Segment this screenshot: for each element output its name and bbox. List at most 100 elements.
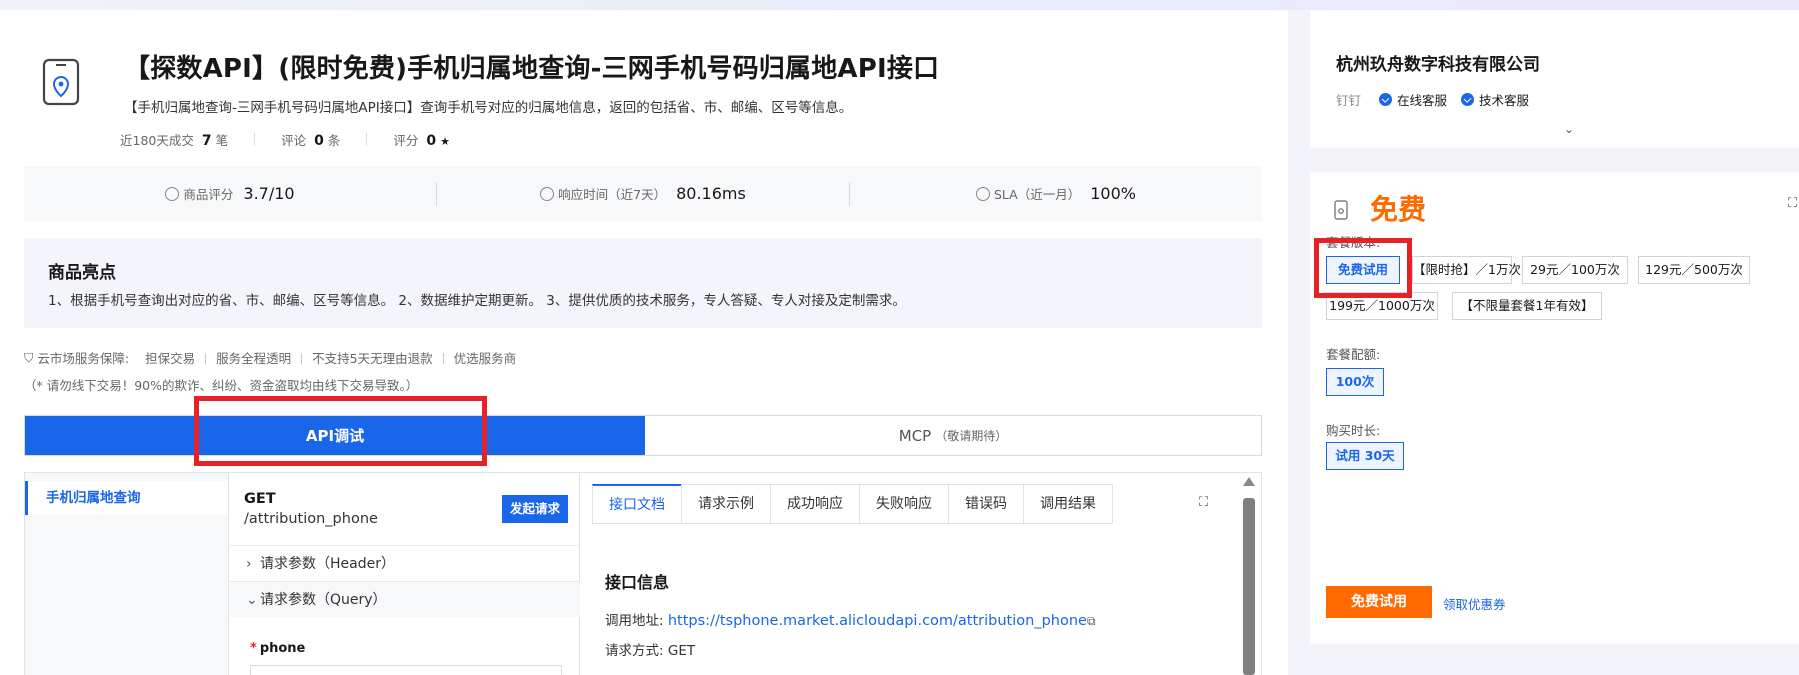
tab-mcp-note: （敬请期待）	[935, 429, 1008, 443]
product-description: 【手机归属地查询-三网手机号码归属地API接口】查询手机号对应的归属地信息，返回…	[124, 100, 853, 116]
query-params-toggle[interactable]: ⌄ 请求参数（Query）	[230, 581, 580, 617]
api-method-row: 请求方式: GET	[605, 639, 695, 659]
version-option[interactable]: 【限时抢】／1万次	[1412, 256, 1521, 284]
company-name[interactable]: 杭州玖舟数字科技有限公司	[1336, 50, 1540, 75]
online-service-link[interactable]: 在线客服	[1379, 90, 1447, 109]
stat-sla-label: SLA（近一月）	[994, 187, 1081, 202]
tab-api-doc[interactable]: 接口文档	[592, 484, 682, 523]
version-option[interactable]: 29元／100万次	[1522, 256, 1628, 284]
request-path: /attribution_phone	[244, 511, 378, 527]
api-nav-item-phone-attribution[interactable]: 手机归属地查询	[25, 481, 228, 515]
highlight-box-free-trial	[1314, 238, 1412, 298]
dingtalk-icon	[1379, 93, 1393, 106]
shield-icon: ⛉	[24, 349, 34, 365]
highlights-title: 商品亮点	[48, 263, 116, 283]
chevron-right-icon: ›	[246, 556, 252, 572]
scrollbar-thumb[interactable]	[1243, 498, 1255, 675]
send-request-button[interactable]: 发起请求	[502, 495, 568, 523]
guarantee-item: 优选服务商	[443, 348, 517, 367]
phone-input[interactable]	[250, 665, 562, 675]
deals-label: 近180天成交	[120, 133, 194, 148]
api-method-value: GET	[667, 643, 696, 659]
duration-label: 购买时长:	[1326, 423, 1381, 438]
price: 免费	[1370, 193, 1427, 226]
chevron-down-icon: ⌄	[246, 592, 258, 608]
api-url-link[interactable]: https://tsphone.market.alicloudapi.com/a…	[668, 613, 1087, 629]
service-guarantee: ⛉ 云市场服务保障: 担保交易 服务全程透明 不支持5天无理由退款 优选服务商	[24, 348, 534, 367]
location-phone-icon	[42, 58, 80, 106]
stats-bar: 商品评分 3.7/10 响应时间（近7天） 80.16ms SLA（近一月） 100%	[24, 166, 1262, 221]
highlights-section: 商品亮点 1、根据手机号查询出对应的省、市、邮编、区号等信息。 2、数据维护定期…	[24, 238, 1262, 328]
dingtalk-label: 钉钉	[1336, 93, 1362, 108]
product-title: 【探数API】(限时免费)手机归属地查询-三网手机号码归属地API接口	[124, 54, 940, 84]
request-method: GET	[244, 491, 276, 507]
get-coupon-link[interactable]: 领取优惠券	[1443, 594, 1506, 613]
guarantee-label: 云市场服务保障:	[37, 351, 130, 366]
stat-sla-value: 100%	[1090, 184, 1136, 203]
deals-value: 7	[201, 133, 212, 149]
free-trial-buy-button[interactable]: 免费试用	[1326, 586, 1432, 618]
reviews-unit: 条	[327, 133, 341, 148]
contact-row: 钉钉 在线客服 技术客服	[1336, 90, 1543, 109]
required-mark: *	[250, 641, 257, 656]
dingtalk-icon	[1461, 93, 1475, 106]
tab-success-response[interactable]: 成功响应	[770, 484, 860, 523]
stat-score: 商品评分 3.7/10	[24, 184, 436, 203]
tab-failure-response[interactable]: 失败响应	[859, 484, 949, 523]
expand-icon[interactable]: ⛶	[1788, 196, 1797, 211]
star-circle-icon	[165, 186, 180, 201]
guarantee-item: 担保交易	[145, 351, 196, 366]
quota-option[interactable]: 100次	[1326, 368, 1384, 396]
rating-value: 0	[426, 133, 437, 149]
stat-score-value: 3.7/10	[243, 184, 295, 203]
online-service-label: 在线客服	[1397, 93, 1448, 108]
expand-icon[interactable]: ⛶	[1199, 495, 1215, 511]
tab-mcp-label: MCP	[898, 426, 932, 445]
scroll-up-arrow[interactable]	[1243, 477, 1255, 486]
check-circle-icon	[976, 186, 990, 201]
stat-response-label: 响应时间（近7天）	[558, 187, 667, 202]
api-url-row: 调用地址: https://tsphone.market.alicloudapi…	[605, 609, 1096, 629]
stat-response-value: 80.16ms	[676, 184, 746, 203]
api-method-label: 请求方式:	[605, 643, 664, 659]
guarantee-item: 不支持5天无理由退款	[301, 348, 432, 367]
offline-trade-warning: （* 请勿线下交易！90%的欺诈、纠纷、资金盗取均由线下交易导致。）	[24, 378, 419, 393]
api-nav: 手机归属地查询	[25, 473, 229, 675]
product-meta: 近180天成交 7 笔 评论 0 条 评分 0 ★	[120, 130, 476, 149]
api-doc-panel: 接口文档 请求示例 成功响应 失败响应 错误码 调用结果 ⛶ 接口信息 调用地址…	[581, 473, 1261, 675]
vendor-panel: 杭州玖舟数字科技有限公司 钉钉 在线客服 技术客服 ⌄	[1310, 10, 1799, 148]
header-params-label: 请求参数（Header）	[260, 556, 395, 572]
tab-request-example[interactable]: 请求示例	[681, 484, 771, 523]
version-option[interactable]: 【不限量套餐1年有效】	[1452, 292, 1602, 320]
tab-mcp[interactable]: MCP （敬请期待）	[645, 416, 1261, 455]
request-panel: GET /attribution_phone 发起请求 › 请求参数（Header…	[230, 473, 580, 675]
location-phone-icon	[1334, 200, 1348, 220]
tab-call-result[interactable]: 调用结果	[1023, 484, 1113, 523]
clock-icon	[540, 186, 555, 201]
stat-score-label: 商品评分	[183, 187, 234, 202]
product-main-panel: 【探数API】(限时免费)手机归属地查询-三网手机号码归属地API接口 【手机归…	[0, 10, 1288, 675]
highlights-text: 1、根据手机号查询出对应的省、市、邮编、区号等信息。 2、数据维护定期更新。 3…	[48, 293, 906, 309]
top-band	[0, 0, 1799, 10]
phone-field-label: * phone	[250, 641, 305, 656]
stat-response: 响应时间（近7天） 80.16ms	[437, 184, 849, 203]
tab-error-codes[interactable]: 错误码	[948, 484, 1024, 523]
guarantee-item: 服务全程透明	[205, 348, 291, 367]
version-option[interactable]: 129元／500万次	[1638, 256, 1750, 284]
chevron-down-icon[interactable]: ⌄	[1564, 122, 1574, 136]
stat-sla: SLA（近一月） 100%	[850, 184, 1262, 203]
deals-unit: 笔	[215, 133, 229, 148]
api-url-label: 调用地址:	[605, 613, 664, 629]
query-params-label: 请求参数（Query）	[260, 592, 387, 608]
reviews-label[interactable]: 评论	[281, 130, 306, 149]
reviews-value: 0	[314, 133, 324, 149]
tech-service-link[interactable]: 技术客服	[1461, 90, 1529, 109]
phone-field-name: phone	[259, 641, 306, 656]
tech-service-label: 技术客服	[1479, 93, 1530, 108]
copy-icon[interactable]: ⧉	[1087, 614, 1096, 628]
rating-label: 评分	[393, 133, 419, 148]
api-info-title: 接口信息	[605, 573, 670, 592]
duration-option[interactable]: 试用 30天	[1326, 442, 1404, 470]
api-debug-panel: 手机归属地查询 GET /attribution_phone 发起请求 › 请求参…	[24, 472, 1262, 675]
header-params-toggle[interactable]: › 请求参数（Header）	[230, 545, 580, 581]
